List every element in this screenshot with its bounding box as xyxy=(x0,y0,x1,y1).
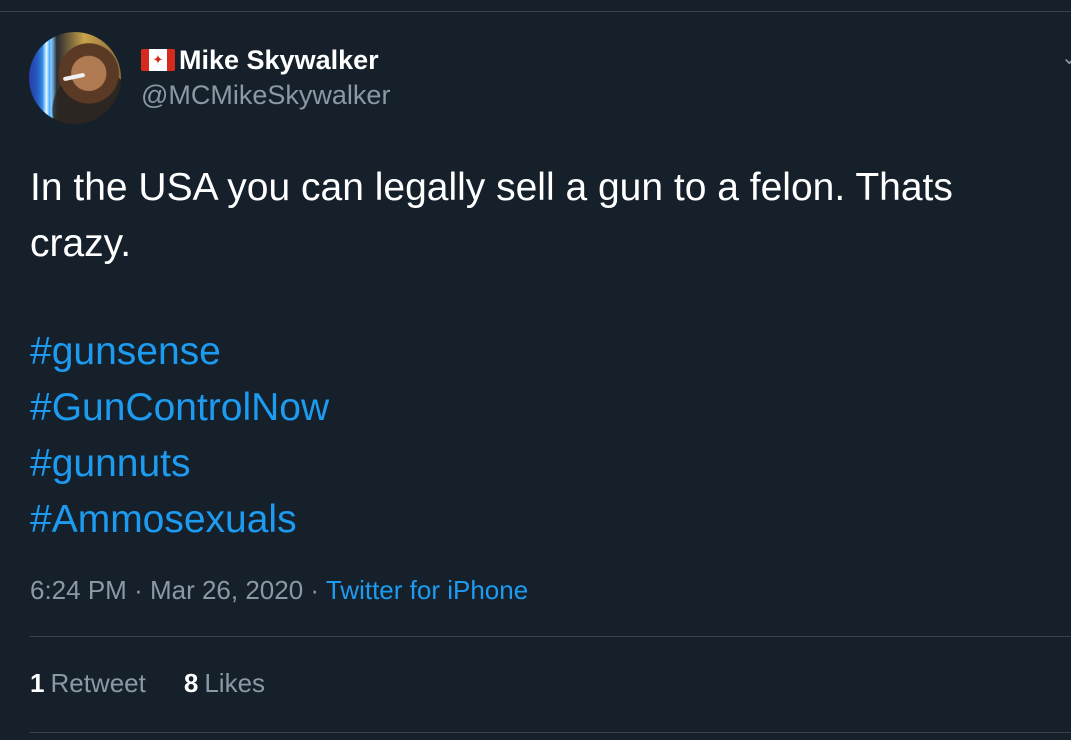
likes-stat[interactable]: 8 Likes xyxy=(184,668,265,699)
retweets-count: 1 xyxy=(30,668,45,698)
stats-top-divider xyxy=(30,636,1071,637)
canada-flag-icon: ✦ xyxy=(141,49,175,71)
tweet-time[interactable]: 6:24 PM xyxy=(30,575,127,605)
retweets-label: Retweet xyxy=(50,668,146,698)
tweet-view: ✦ Mike Skywalker @MCMikeSkywalker ⌄ In t… xyxy=(0,0,1071,740)
tweet-meta: 6:24 PM · Mar 26, 2020 · Twitter for iPh… xyxy=(30,575,528,606)
meta-separator: · xyxy=(310,575,320,605)
hashtag-link[interactable]: #GunControlNow xyxy=(30,380,329,436)
more-options-icon[interactable]: ⌄ xyxy=(1061,47,1071,67)
author-name-row[interactable]: ✦ Mike Skywalker xyxy=(141,44,379,76)
retweets-stat[interactable]: 1 Retweet xyxy=(30,668,146,699)
avatar[interactable] xyxy=(29,32,121,124)
tweet-date[interactable]: Mar 26, 2020 xyxy=(150,575,303,605)
author-handle[interactable]: @MCMikeSkywalker xyxy=(141,80,390,111)
meta-separator: · xyxy=(134,575,143,605)
stats-bottom-divider xyxy=(30,732,1071,733)
author-display-name[interactable]: Mike Skywalker xyxy=(179,45,379,76)
hashtag-link[interactable]: #gunnuts xyxy=(30,436,329,492)
hashtag-link[interactable]: #gunsense xyxy=(30,324,329,380)
hashtag-link[interactable]: #Ammosexuals xyxy=(30,492,329,548)
lightsaber-graphic xyxy=(43,38,50,120)
tweet-stats: 1 Retweet 8 Likes xyxy=(30,668,303,699)
tweet-source-link[interactable]: Twitter for iPhone xyxy=(326,575,528,605)
tweet-text: In the USA you can legally sell a gun to… xyxy=(30,166,953,265)
cigarette-graphic xyxy=(62,72,86,82)
likes-count: 8 xyxy=(183,668,199,698)
top-divider xyxy=(0,11,1071,12)
hashtag-list: #gunsense #GunControlNow #gunnuts #Ammos… xyxy=(30,324,329,548)
likes-label: Likes xyxy=(204,668,266,698)
